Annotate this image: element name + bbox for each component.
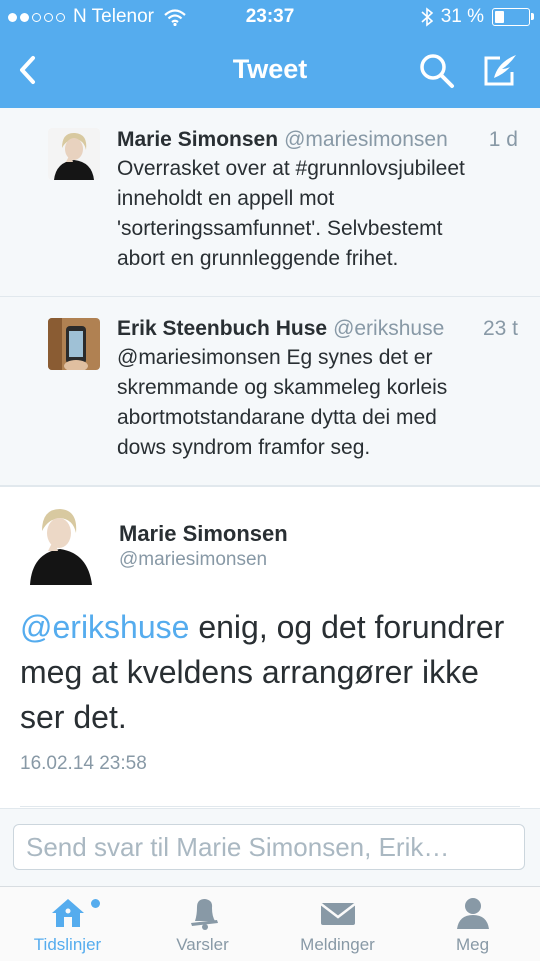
tab-bar: Tidslinjer Varsler Meldinger Meg (0, 886, 540, 961)
tab-me[interactable]: Meg (405, 887, 540, 961)
tweet-list-item[interactable]: Marie Simonsen @mariesimonsen 1 d Overras… (0, 108, 540, 297)
tab-messages[interactable]: Meldinger (270, 887, 405, 961)
tweet-text: Overrasket over at #grunnlovsjubileet in… (117, 154, 520, 274)
home-icon (51, 899, 84, 927)
focused-tweet: Marie Simonsen @mariesimonsen @erikshuse… (0, 486, 540, 809)
compose-icon[interactable] (480, 50, 522, 92)
bluetooth-icon (421, 7, 433, 27)
tab-label: Meg (455, 935, 490, 954)
tweet-author-handle[interactable]: @mariesimonsen (284, 128, 448, 151)
tweet-age: 1 d (488, 128, 518, 151)
tweet-age: 23 t (482, 317, 518, 340)
battery-percent: 31 % (440, 6, 484, 27)
tweet-author-name[interactable]: Marie Simonsen (117, 128, 278, 151)
reply-input[interactable] (13, 824, 525, 870)
tab-timelines[interactable]: Tidslinjer (0, 887, 135, 961)
notification-dot (91, 899, 100, 908)
tab-label: Varsler (176, 935, 229, 954)
tweet-author-name[interactable]: Erik Steenbuch Huse (117, 317, 327, 340)
avatar[interactable] (48, 128, 100, 180)
tab-label: Tidslinjer (33, 935, 102, 954)
tweet-body-text: enig, og det forundrer (189, 609, 505, 645)
tweet-text: @mariesimonsen Eg synes det er skremmand… (117, 343, 520, 463)
page-title: Tweet (232, 54, 308, 84)
envelope-icon (319, 903, 356, 925)
battery-icon (492, 8, 534, 26)
tab-label: Meldinger (300, 935, 375, 954)
tweet-body-text: ser det. (20, 699, 127, 735)
tweet-body: @erikshuse enig, og det forundrer meg at… (20, 605, 516, 740)
divider (20, 806, 520, 807)
tab-notifications[interactable]: Varsler (135, 887, 270, 961)
tweet-text-line: abort en grunnleggende frihet. (117, 247, 399, 270)
status-bar: N Telenor 23:37 31 % (0, 0, 540, 36)
tweet-text-line: inneholdt en appell mot (117, 187, 335, 210)
bell-icon (190, 899, 218, 930)
tweet-text-line: @mariesimonsen Eg synes det er (117, 346, 433, 369)
person-icon (456, 898, 489, 929)
tweet-text-line: 'sorteringssamfunnet'. Selvbestemt (117, 217, 443, 240)
avatar[interactable] (26, 503, 96, 585)
tweet-author-handle[interactable]: @mariesimonsen (119, 549, 267, 571)
reply-bar (0, 808, 540, 887)
avatar[interactable] (48, 318, 100, 370)
tweet-body-text: meg at kveldens arrangører ikke (20, 654, 479, 690)
tweet-text-line: Overrasket over at #grunnlovsjubileet (117, 157, 465, 180)
tweet-timestamp: 16.02.14 23:58 (20, 753, 147, 774)
tweet-text-line: skremmande og skammeleg korleis (117, 376, 448, 399)
tweet-author-handle[interactable]: @erikshuse (333, 317, 444, 340)
search-icon[interactable] (416, 50, 458, 92)
tweet-author-name[interactable]: Marie Simonsen (119, 521, 288, 547)
nav-bar: Tweet (0, 36, 540, 108)
tweet-text-line: dows syndrom framfor seg. (117, 436, 371, 459)
tweet-text-line: abortmotstandarane dytta dei med (117, 406, 437, 429)
mention-link[interactable]: @erikshuse (20, 609, 189, 645)
top-bar: N Telenor 23:37 31 % Tweet (0, 0, 540, 108)
tweet-list-item[interactable]: Erik Steenbuch Huse @erikshuse 23 t @mari… (0, 297, 540, 486)
